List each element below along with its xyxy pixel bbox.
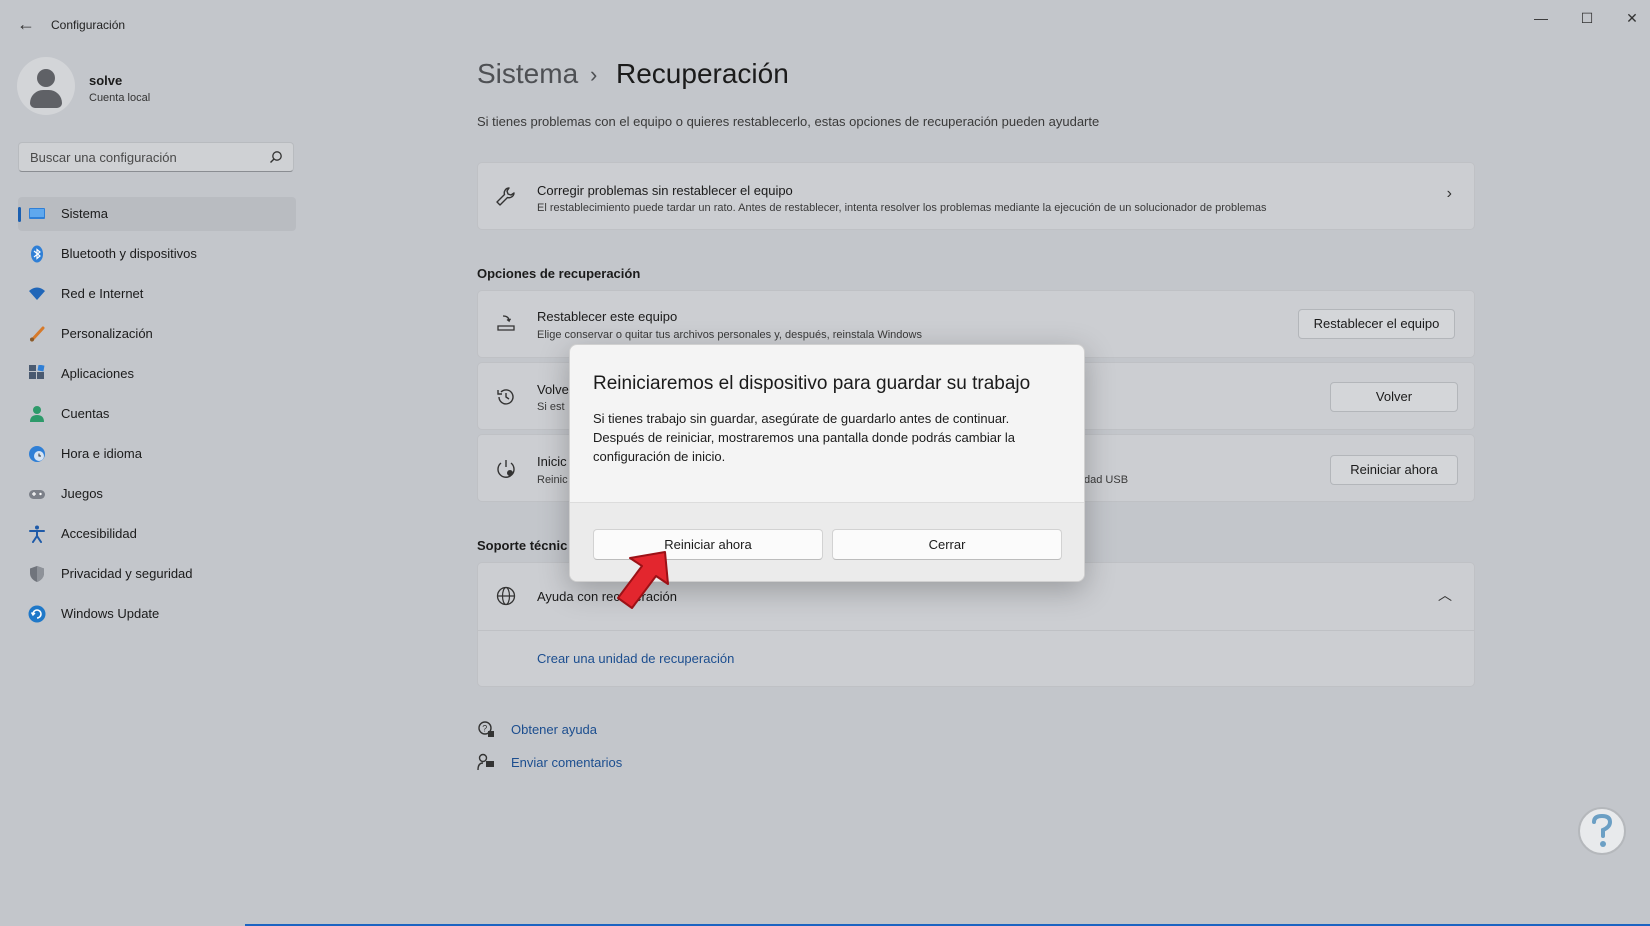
title-bar: ← Configuración — ☐ ✕: [0, 0, 1650, 48]
history-icon: [497, 389, 514, 405]
dialog-body: Si tienes trabajo sin guardar, asegúrate…: [593, 411, 1016, 464]
create-recovery-drive-link[interactable]: Crear una unidad de recuperación: [537, 651, 734, 666]
search-icon: [270, 151, 282, 163]
sidebar-item-label: Personalización: [61, 326, 153, 341]
clock-globe-icon: [29, 446, 45, 462]
accessibility-icon: [29, 525, 45, 543]
apps-icon: [29, 365, 45, 379]
card-description-tail: dad USB: [1084, 474, 1129, 486]
dialog-close-button[interactable]: Cerrar: [832, 529, 1062, 560]
sidebar-item-bluetooth[interactable]: Bluetooth y dispositivos: [18, 237, 296, 271]
watermark-logo-icon: [1578, 807, 1626, 855]
card-title: Inicic: [537, 454, 567, 469]
window-title: Configuración: [51, 18, 126, 32]
fix-problems-card[interactable]: Corregir problemas sin restablecer el eq…: [477, 162, 1475, 230]
card-description: Si est: [537, 401, 565, 413]
breadcrumb-separator: ›: [590, 62, 598, 87]
sidebar-item-label: Sistema: [61, 206, 108, 221]
back-arrow-icon[interactable]: ←: [16, 14, 36, 34]
sidebar-item-hora[interactable]: Hora e idioma: [18, 437, 296, 471]
go-back-button[interactable]: Volver: [1330, 382, 1458, 412]
card-title: Corregir problemas sin restablecer el eq…: [537, 183, 793, 198]
wifi-icon: [29, 287, 45, 300]
section-heading-recovery: Opciones de recuperación: [477, 266, 641, 281]
search-box[interactable]: [18, 142, 294, 172]
get-help-link[interactable]: Obtener ayuda: [511, 722, 597, 737]
sidebar-item-aplicaciones[interactable]: Aplicaciones: [18, 357, 296, 391]
card-title: Restablecer este equipo: [537, 309, 678, 324]
dialog-title: Reiniciaremos el dispositivo para guarda…: [593, 373, 1031, 394]
avatar[interactable]: [17, 57, 75, 115]
active-indicator: [18, 207, 21, 222]
page-title: Recuperación: [616, 58, 789, 89]
wrench-icon: [496, 187, 515, 206]
sidebar-item-red[interactable]: Red e Internet: [18, 277, 296, 311]
card-description: El restablecimiento puede tardar un rato…: [537, 202, 1267, 214]
page-subtitle: Si tienes problemas con el equipo o quie…: [477, 114, 1100, 129]
section-heading-support: Soporte técnic: [477, 538, 568, 553]
maximize-icon[interactable]: ☐: [1564, 8, 1610, 28]
sidebar-item-label: Accesibilidad: [61, 526, 137, 541]
accounts-icon: [30, 406, 44, 422]
sidebar-item-label: Bluetooth y dispositivos: [61, 246, 197, 261]
reset-pc-icon: [497, 315, 515, 331]
sidebar-item-sistema[interactable]: Sistema: [18, 197, 296, 231]
sidebar-item-label: Windows Update: [61, 606, 160, 621]
minimize-icon[interactable]: —: [1518, 8, 1564, 28]
card-description: Elige conservar o quitar tus archivos pe…: [537, 329, 922, 341]
card-description: Reinic: [537, 474, 568, 486]
brush-icon: [30, 326, 45, 342]
sidebar-item-label: Cuentas: [61, 406, 110, 421]
sidebar-item-personalizacion[interactable]: Personalización: [18, 317, 296, 351]
feedback-icon: [477, 753, 494, 771]
sidebar-item-label: Aplicaciones: [61, 366, 134, 381]
svg-text:?: ?: [482, 724, 487, 734]
restart-dialog: Reiniciaremos el dispositivo para guarda…: [569, 344, 1085, 582]
card-title: Volve: [537, 382, 569, 397]
sidebar-item-juegos[interactable]: Juegos: [18, 477, 296, 511]
sidebar-item-label: Red e Internet: [61, 286, 144, 301]
close-icon[interactable]: ✕: [1609, 8, 1650, 28]
bluetooth-icon: [31, 245, 43, 263]
reset-pc-button[interactable]: Restablecer el equipo: [1298, 309, 1455, 339]
chevron-right-icon: ›: [1446, 185, 1452, 202]
sidebar-item-privacidad[interactable]: Privacidad y seguridad: [18, 557, 296, 591]
sidebar-item-label: Juegos: [61, 486, 103, 501]
gamepad-icon: [29, 490, 45, 499]
search-input[interactable]: [28, 149, 262, 166]
annotation-arrow-icon: [617, 551, 669, 609]
sidebar-item-label: Privacidad y seguridad: [61, 566, 193, 581]
sidebar-item-label: Hora e idioma: [61, 446, 142, 461]
breadcrumb-parent[interactable]: Sistema: [477, 58, 578, 90]
shield-icon: [30, 566, 44, 582]
sidebar-item-cuentas[interactable]: Cuentas: [18, 397, 296, 431]
restart-now-button[interactable]: Reiniciar ahora: [1330, 455, 1458, 485]
system-icon: [29, 208, 45, 219]
advanced-startup-icon: [497, 460, 515, 478]
send-feedback-link[interactable]: Enviar comentarios: [511, 755, 622, 770]
user-name: solve: [89, 73, 123, 88]
help-icon: ?: [478, 721, 494, 737]
sidebar-item-windows-update[interactable]: Windows Update: [18, 597, 296, 631]
update-icon: [28, 605, 46, 623]
globe-icon: [496, 586, 516, 606]
chevron-up-icon: ︿: [1438, 587, 1452, 603]
sidebar-item-accesibilidad[interactable]: Accesibilidad: [18, 517, 296, 551]
account-type: Cuenta local: [89, 92, 151, 104]
